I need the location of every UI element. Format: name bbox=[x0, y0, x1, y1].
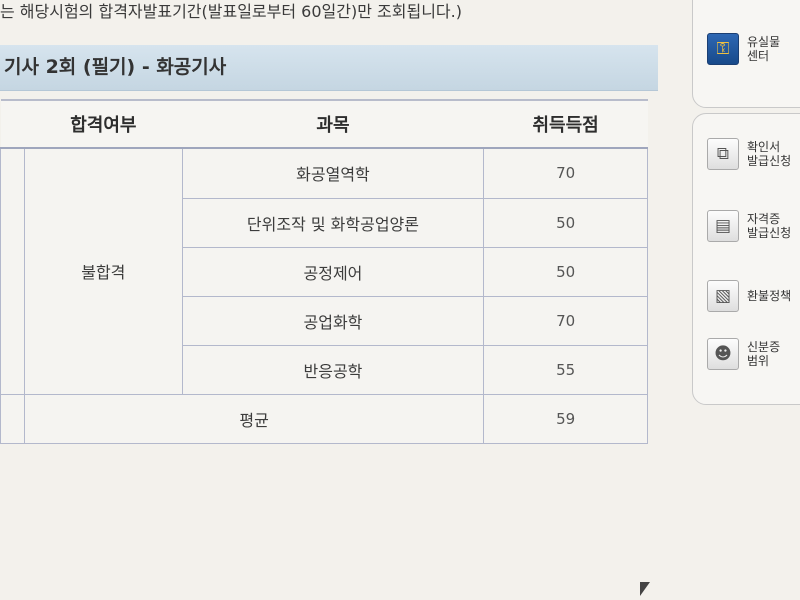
sidebar-item-label: 유실물 센터 bbox=[747, 35, 781, 63]
average-row: 평균 59 bbox=[0, 393, 648, 445]
score-cell: 50 bbox=[483, 197, 648, 248]
header-subject: 과목 bbox=[182, 99, 484, 149]
score-cell: 70 bbox=[483, 147, 648, 199]
subject-cell: 공정제어 bbox=[181, 246, 485, 297]
edge-cell bbox=[0, 393, 25, 445]
header-edge-cell bbox=[0, 99, 25, 149]
key-icon: ⚿ bbox=[707, 33, 739, 65]
id-card-icon: ☻ bbox=[707, 338, 739, 370]
sidebar-item-certificate[interactable]: ▤ 자격증 발급신청 bbox=[707, 210, 791, 242]
table-header-row: 합격여부 과목 취득득점 bbox=[0, 99, 648, 149]
average-label: 평균 bbox=[23, 393, 485, 445]
mouse-cursor-icon bbox=[640, 582, 650, 596]
certificate-icon: ▤ bbox=[707, 210, 739, 242]
sidebar-item-refund[interactable]: ▧ 환불정책 bbox=[707, 280, 791, 312]
pass-status: 불합격 bbox=[23, 147, 183, 395]
table-row: 불합격 화공열역학 70 bbox=[0, 147, 648, 395]
subject-cell: 반응공학 bbox=[181, 344, 485, 395]
sidebar-item-lost-found[interactable]: ⚿ 유실물 센터 bbox=[707, 33, 780, 65]
score-cell: 55 bbox=[483, 344, 648, 395]
quick-menu-sidebar: ⚿ 유실물 센터 ⧉ 확인서 발급신청 ▤ 자격증 발급신청 ▧ 환불정책 ☻ … bbox=[690, 0, 800, 600]
sidebar-item-label: 환불정책 bbox=[747, 289, 792, 303]
notice-text: 는 해당시험의 합격자발표기간(발표일로부터 60일간)만 조회됩니다.) bbox=[0, 2, 462, 21]
subject-cell: 화공열역학 bbox=[181, 147, 485, 199]
sidebar-menu-panel: ⧉ 확인서 발급신청 ▤ 자격증 발급신청 ▧ 환불정책 ☻ 신분증 범위 bbox=[692, 113, 800, 405]
document-copy-icon: ⧉ bbox=[707, 138, 739, 170]
edge-cell bbox=[0, 147, 25, 395]
score-cell: 70 bbox=[483, 295, 648, 346]
sidebar-top-panel: ⚿ 유실물 센터 bbox=[692, 0, 800, 108]
exam-title: 기사 2회 (필기) - 화공기사 bbox=[0, 45, 658, 91]
sidebar-item-id-card[interactable]: ☻ 신분증 범위 bbox=[707, 338, 780, 370]
bottom-toolbar-strip bbox=[0, 584, 800, 600]
score-cell: 50 bbox=[483, 246, 648, 297]
sidebar-item-label: 신분증 범위 bbox=[747, 340, 781, 368]
receipt-icon: ▧ bbox=[707, 280, 739, 312]
header-status: 합격여부 bbox=[24, 99, 183, 149]
results-table: 합격여부 과목 취득득점 불합격 화공열역학 70 단위조작 및 화학공업양론 … bbox=[0, 99, 648, 445]
subject-cell: 공업화학 bbox=[181, 295, 485, 346]
sidebar-item-label: 자격증 발급신청 bbox=[747, 212, 792, 240]
subject-cell: 단위조작 및 화학공업양론 bbox=[181, 197, 485, 248]
average-score: 59 bbox=[483, 393, 648, 445]
header-score: 취득득점 bbox=[483, 99, 648, 149]
sidebar-item-confirmation[interactable]: ⧉ 확인서 발급신청 bbox=[707, 138, 791, 170]
sidebar-item-label: 확인서 발급신청 bbox=[747, 140, 792, 168]
